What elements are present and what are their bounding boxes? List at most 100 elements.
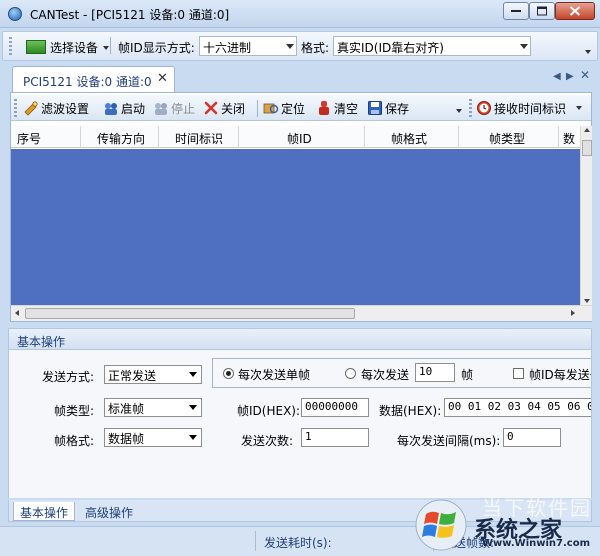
maximize-icon (537, 6, 547, 16)
basic-operation-panel: 发送方式: 正常发送 每次发送单帧 每次发送 10 帧 帧ID每发送一 帧类型:… (8, 350, 592, 498)
chevron-down-icon (286, 44, 294, 49)
clock-icon (477, 101, 491, 115)
scroll-thumb[interactable] (582, 140, 592, 156)
chevron-down-icon (576, 106, 582, 110)
frame-format-label: 帧格式: (54, 434, 95, 448)
scroll-up-icon[interactable] (584, 128, 590, 132)
toolbar-separator (110, 37, 111, 54)
frame-id-mode-select[interactable]: 十六进制 (199, 36, 297, 56)
tab-close-all-icon[interactable]: ✕ (580, 68, 590, 82)
panel-header: 基本操作 (8, 328, 592, 350)
start-icon (105, 103, 117, 115)
recv-time-button[interactable]: 接收时间标识 (476, 99, 584, 117)
send-mode-select[interactable]: 正常发送 (104, 365, 202, 384)
scroll-thumb[interactable] (25, 308, 355, 319)
frame-type-select[interactable]: 标准帧 (104, 398, 202, 417)
column-header[interactable]: 序号 (11, 126, 81, 148)
frame-format-value: 数据帧 (108, 432, 145, 446)
radio-multi-frame[interactable] (345, 368, 356, 379)
frame-type-label: 帧类型: (54, 404, 95, 418)
stop-icon (155, 103, 167, 115)
radio-single-frame[interactable] (223, 368, 234, 379)
frame-format-select[interactable]: 数据帧 (104, 428, 202, 447)
save-icon (368, 101, 382, 115)
maximize-button[interactable] (529, 2, 555, 20)
column-header[interactable]: 时间标识 (159, 126, 239, 148)
filter-icon (24, 101, 38, 116)
start-button[interactable]: 启动 (103, 99, 153, 117)
send-frames-group: 每次发送单帧 每次发送 10 帧 帧ID每发送一 (212, 358, 591, 388)
multi-count-input[interactable]: 10 (415, 363, 455, 382)
scroll-left-icon[interactable] (15, 310, 19, 316)
scroll-right-icon[interactable] (571, 310, 575, 316)
send-mode-label: 发送方式: (42, 370, 95, 384)
tab-scroll-left-icon[interactable]: ◀ (553, 71, 561, 82)
data-label: 数据(HEX): (379, 404, 442, 418)
panel-tabs: 基本操作 高级操作 (8, 500, 592, 522)
locate-button[interactable]: 定位 (263, 99, 313, 117)
select-device-label: 选择设备 (50, 41, 99, 55)
main-toolbar: 选择设备 帧ID显示方式: 十六进制 格式: 真实ID(ID靠右对齐) (2, 31, 598, 61)
column-header[interactable]: 帧格式 (365, 126, 459, 148)
interval-value: 0 (507, 430, 514, 443)
send-count-input[interactable]: 1 (301, 428, 369, 447)
interval-label: 每次发送间隔(ms): (397, 434, 501, 448)
frame-type-value: 标准帧 (108, 402, 145, 416)
column-header[interactable]: 数 (559, 126, 580, 148)
data-input[interactable]: 00 01 02 03 04 05 06 07 (444, 398, 591, 417)
filter-settings-label: 滤波设置 (41, 102, 90, 116)
frame-id-input[interactable]: 00000000 (301, 398, 369, 417)
title-bar: CANTest - [PCI5121 设备:0 通道:0] (0, 0, 600, 28)
format-select[interactable]: 真实ID(ID靠右对齐) (333, 36, 531, 56)
column-header[interactable]: 传输方向 (81, 126, 159, 148)
chevron-down-icon (185, 366, 201, 383)
frame-id-value: 00000000 (305, 400, 358, 413)
status-frames: 发送帧数: (433, 531, 543, 551)
send-mode-value: 正常发送 (108, 369, 157, 383)
increment-id-checkbox[interactable] (513, 368, 524, 379)
tab-basic-operation[interactable]: 基本操作 (13, 502, 75, 521)
filter-settings-button[interactable]: 滤波设置 (23, 99, 103, 117)
toolbar-grip[interactable] (469, 99, 472, 117)
start-label: 启动 (121, 102, 146, 116)
status-bar: 发送耗时(s): 发送帧数: (0, 526, 600, 556)
grid-header: 序号 传输方向 时间标识 帧ID 帧格式 帧类型 数 (11, 126, 580, 148)
scroll-down-icon[interactable] (584, 299, 590, 303)
clear-button[interactable]: 清空 (316, 99, 364, 117)
toolbar-grip[interactable] (9, 37, 12, 55)
toolbar-overflow-icon[interactable] (585, 50, 591, 54)
frame-unit-label: 帧 (461, 368, 474, 382)
close-channel-button[interactable]: 关闭 (203, 99, 255, 117)
send-count-value: 1 (305, 430, 312, 443)
tab-advanced-operation[interactable]: 高级操作 (79, 502, 141, 521)
close-channel-label: 关闭 (221, 102, 246, 116)
toolbar-grip[interactable] (14, 99, 17, 117)
chevron-down-icon (185, 399, 201, 416)
format-value: 真实ID(ID靠右对齐) (337, 41, 444, 55)
horizontal-scrollbar[interactable] (11, 305, 592, 321)
close-icon (569, 6, 581, 16)
minimize-button[interactable] (503, 2, 529, 20)
tab-close-icon[interactable]: ✕ (157, 71, 168, 86)
radio-single-label: 每次发送单帧 (238, 368, 311, 382)
frame-id-mode-label: 帧ID显示方式: (118, 41, 195, 55)
radio-multi-label: 每次发送 (361, 368, 410, 382)
toolbar-overflow-icon[interactable] (456, 109, 462, 113)
save-label: 保存 (385, 102, 410, 116)
column-header[interactable]: 帧ID (239, 126, 365, 148)
send-count-label: 发送次数: (241, 434, 294, 448)
tab-scroll-right-icon[interactable]: ▶ (566, 71, 574, 82)
save-button[interactable]: 保存 (367, 99, 415, 117)
vertical-scrollbar[interactable] (580, 126, 592, 305)
locate-icon (263, 103, 279, 114)
tab-label: PCI5121 设备:0 通道:0 (23, 75, 152, 89)
interval-input[interactable]: 0 (503, 428, 561, 447)
column-header[interactable]: 帧类型 (459, 126, 559, 148)
multi-count-value: 10 (419, 365, 433, 378)
minimize-icon (511, 10, 521, 12)
close-window-button[interactable] (555, 2, 595, 20)
tab-pci5121[interactable]: PCI5121 设备:0 通道:0 ✕ (12, 66, 175, 92)
message-grid[interactable] (11, 149, 580, 305)
stop-button[interactable]: 停止 (153, 99, 205, 117)
frame-id-label: 帧ID(HEX): (237, 404, 301, 418)
